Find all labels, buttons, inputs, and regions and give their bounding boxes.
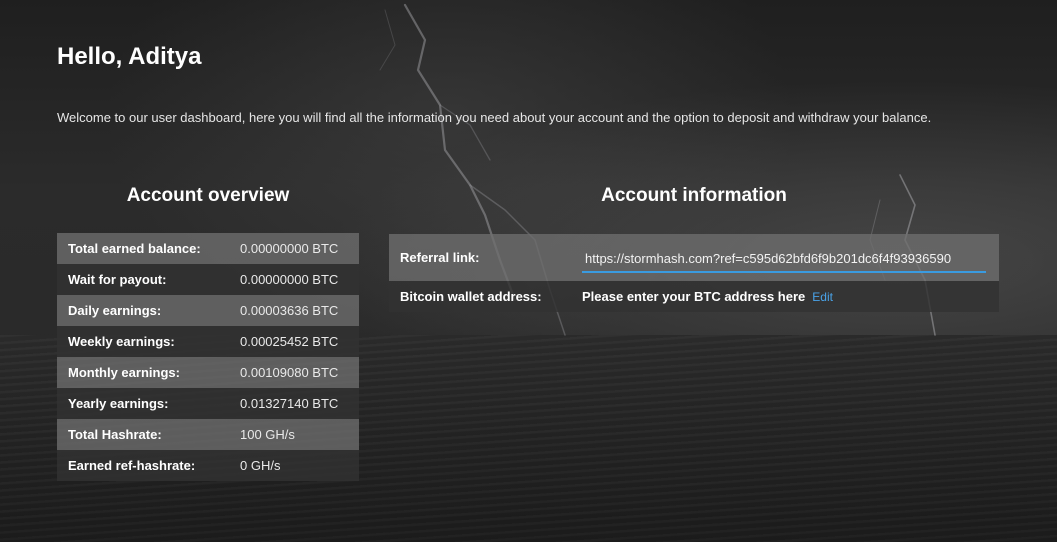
earned-ref-hashrate-label: Earned ref-hashrate:: [68, 458, 196, 473]
table-row: Total earned balance: 0.00000000 BTC: [57, 233, 359, 264]
yearly-earnings-label: Yearly earnings:: [68, 396, 169, 411]
weekly-earnings-value: 0.00025452 BTC: [240, 334, 339, 349]
daily-earnings-label: Daily earnings:: [68, 303, 162, 318]
referral-link-label: Referral link:: [400, 250, 480, 265]
edit-wallet-link[interactable]: Edit: [812, 290, 833, 304]
referral-link-field[interactable]: [582, 246, 986, 273]
intro-text: Welcome to our user dashboard, here you …: [57, 110, 932, 125]
table-row: Earned ref-hashrate: 0 GH/s: [57, 450, 359, 481]
table-row: Total Hashrate: 100 GH/s: [57, 419, 359, 450]
wait-for-payout-value: 0.00000000 BTC: [240, 272, 339, 287]
wallet-row: Bitcoin wallet address: Please enter you…: [389, 281, 999, 312]
account-overview-table: Total earned balance: 0.00000000 BTC Wai…: [57, 233, 359, 481]
referral-row: Referral link:: [389, 234, 999, 281]
total-earned-balance-value: 0.00000000 BTC: [240, 241, 339, 256]
account-overview-heading: Account overview: [126, 185, 290, 206]
wallet-address-value: Please enter your BTC address here: [582, 289, 806, 304]
monthly-earnings-label: Monthly earnings:: [68, 365, 180, 380]
yearly-earnings-value: 0.01327140 BTC: [240, 396, 339, 411]
daily-earnings-value: 0.00003636 BTC: [240, 303, 339, 318]
total-hashrate-label: Total Hashrate:: [68, 427, 162, 442]
table-row: Daily earnings: 0.00003636 BTC: [57, 295, 359, 326]
wallet-address-label: Bitcoin wallet address:: [400, 289, 542, 304]
weekly-earnings-label: Weekly earnings:: [68, 334, 175, 349]
account-information-panel: Referral link: Bitcoin wallet address: P…: [389, 234, 999, 312]
total-earned-balance-label: Total earned balance:: [68, 241, 201, 256]
page-title: Hello, Aditya: [57, 43, 202, 70]
table-row: Yearly earnings: 0.01327140 BTC: [57, 388, 359, 419]
earned-ref-hashrate-value: 0 GH/s: [240, 458, 281, 473]
table-row: Monthly earnings: 0.00109080 BTC: [57, 357, 359, 388]
table-row: Weekly earnings: 0.00025452 BTC: [57, 326, 359, 357]
account-information-heading: Account information: [601, 185, 787, 206]
wait-for-payout-label: Wait for payout:: [68, 272, 167, 287]
total-hashrate-value: 100 GH/s: [240, 427, 295, 442]
monthly-earnings-value: 0.00109080 BTC: [240, 365, 339, 380]
table-row: Wait for payout: 0.00000000 BTC: [57, 264, 359, 295]
